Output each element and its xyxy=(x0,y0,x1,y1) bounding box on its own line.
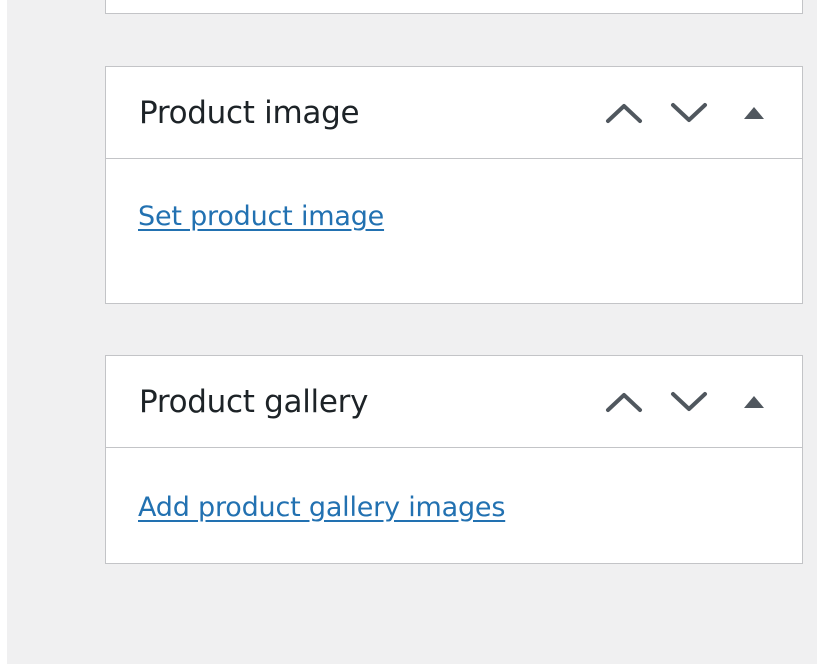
move-up-icon xyxy=(606,104,642,123)
move-down-icon xyxy=(671,392,707,411)
move-up-icon xyxy=(606,393,642,412)
toggle-panel-button[interactable] xyxy=(734,94,774,132)
panel-title: Product gallery xyxy=(139,384,369,420)
move-down-icon xyxy=(671,103,707,122)
product-image-panel-header: Product image xyxy=(106,67,802,159)
move-up-button[interactable] xyxy=(604,94,644,132)
product-gallery-panel-header: Product gallery xyxy=(106,356,802,448)
toggle-panel-button[interactable] xyxy=(734,383,774,421)
admin-sidebar-area: Product image Set product image Product … xyxy=(7,0,817,664)
toggle-panel-icon xyxy=(744,396,764,408)
previous-panel xyxy=(105,0,803,14)
product-image-panel: Product image Set product image xyxy=(105,66,803,304)
add-product-gallery-images-link[interactable]: Add product gallery images xyxy=(138,492,505,523)
panel-controls xyxy=(604,383,774,421)
product-gallery-panel: Product gallery Add product gallery imag… xyxy=(105,355,803,564)
move-down-button[interactable] xyxy=(669,94,709,132)
move-up-button[interactable] xyxy=(604,383,644,421)
set-product-image-link[interactable]: Set product image xyxy=(138,201,384,232)
toggle-panel-icon xyxy=(744,107,764,119)
panel-title: Product image xyxy=(139,95,360,131)
move-down-button[interactable] xyxy=(669,383,709,421)
panel-controls xyxy=(604,94,774,132)
